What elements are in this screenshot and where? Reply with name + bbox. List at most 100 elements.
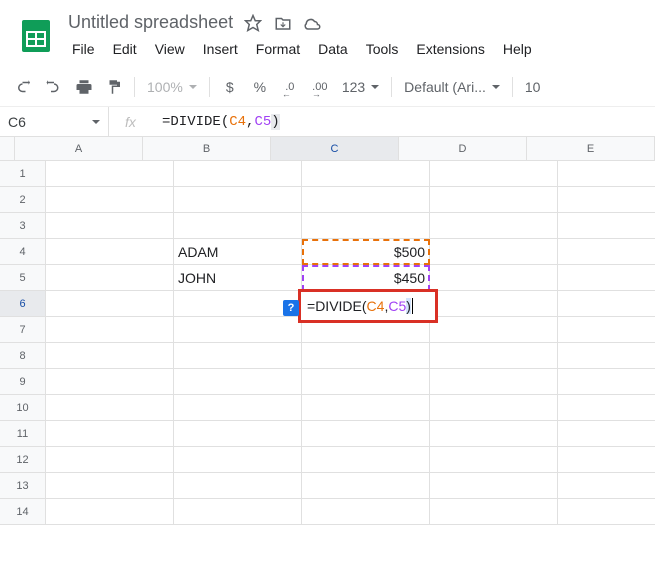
menu-file[interactable]: File [64,37,103,61]
cell-A8[interactable] [46,343,174,369]
cell-D6[interactable] [430,291,558,317]
cell-A14[interactable] [46,499,174,525]
cell-C8[interactable] [302,343,430,369]
cell-A11[interactable] [46,421,174,447]
cell-D4[interactable] [430,239,558,265]
cell-D7[interactable] [430,317,558,343]
row-header-9[interactable]: 9 [0,369,46,395]
font-select[interactable]: Default (Ari... [398,79,506,95]
row-header-1[interactable]: 1 [0,161,46,187]
row-header-6[interactable]: 6 [0,291,46,317]
move-icon[interactable] [273,13,293,33]
cell-C14[interactable] [302,499,430,525]
menu-data[interactable]: Data [310,37,356,61]
increase-decimal-button[interactable]: .00→ [306,73,334,101]
row-header-5[interactable]: 5 [0,265,46,291]
row-header-3[interactable]: 3 [0,213,46,239]
cell-E10[interactable] [558,395,655,421]
zoom-select[interactable]: 100% [141,79,203,95]
cell-D2[interactable] [430,187,558,213]
row-header-4[interactable]: 4 [0,239,46,265]
active-cell-c6[interactable]: ? =DIVIDE(C4,C5) [298,289,438,323]
col-header-E[interactable]: E [527,137,655,161]
select-all-corner[interactable] [0,137,15,161]
cell-A5[interactable] [46,265,174,291]
cell-C12[interactable] [302,447,430,473]
cell-D3[interactable] [430,213,558,239]
col-header-B[interactable]: B [143,137,271,161]
cell-C2[interactable] [302,187,430,213]
cell-C10[interactable] [302,395,430,421]
cell-A12[interactable] [46,447,174,473]
cell-C4[interactable]: $500 [302,239,430,265]
currency-button[interactable]: $ [216,73,244,101]
undo-button[interactable] [10,73,38,101]
font-size-select[interactable]: 10 [519,79,547,95]
cell-E13[interactable] [558,473,655,499]
cell-A9[interactable] [46,369,174,395]
cell-D5[interactable] [430,265,558,291]
cell-E14[interactable] [558,499,655,525]
menu-help[interactable]: Help [495,37,540,61]
cell-B2[interactable] [174,187,302,213]
cell-A6[interactable] [46,291,174,317]
star-icon[interactable] [243,13,263,33]
redo-button[interactable] [40,73,68,101]
name-box[interactable]: C6 [0,107,108,136]
menu-tools[interactable]: Tools [358,37,407,61]
row-header-7[interactable]: 7 [0,317,46,343]
cell-B4[interactable]: ADAM [174,239,302,265]
menu-edit[interactable]: Edit [105,37,145,61]
cell-E7[interactable] [558,317,655,343]
paint-format-button[interactable] [100,73,128,101]
doc-title[interactable]: Untitled spreadsheet [68,12,233,33]
cell-E5[interactable] [558,265,655,291]
row-header-2[interactable]: 2 [0,187,46,213]
cell-D12[interactable] [430,447,558,473]
cell-C3[interactable] [302,213,430,239]
cell-B3[interactable] [174,213,302,239]
formula-help-icon[interactable]: ? [283,300,299,316]
menu-extensions[interactable]: Extensions [408,37,492,61]
cell-C13[interactable] [302,473,430,499]
cell-E1[interactable] [558,161,655,187]
decrease-decimal-button[interactable]: .0← [276,73,304,101]
cell-E9[interactable] [558,369,655,395]
menu-view[interactable]: View [147,37,193,61]
cell-E8[interactable] [558,343,655,369]
cell-C11[interactable] [302,421,430,447]
cell-C5[interactable]: $450 [302,265,430,291]
cell-B14[interactable] [174,499,302,525]
cell-D8[interactable] [430,343,558,369]
cell-D9[interactable] [430,369,558,395]
cell-B9[interactable] [174,369,302,395]
number-format-select[interactable]: 123 [336,79,385,95]
row-header-12[interactable]: 12 [0,447,46,473]
cell-B5[interactable]: JOHN [174,265,302,291]
cell-D13[interactable] [430,473,558,499]
cell-B12[interactable] [174,447,302,473]
cell-B7[interactable] [174,317,302,343]
cell-E2[interactable] [558,187,655,213]
formula-input[interactable]: =DIVIDE(C4,C5) [152,107,655,136]
row-header-14[interactable]: 14 [0,499,46,525]
row-header-13[interactable]: 13 [0,473,46,499]
cloud-icon[interactable] [303,13,323,33]
cell-B13[interactable] [174,473,302,499]
cell-C1[interactable] [302,161,430,187]
cell-D10[interactable] [430,395,558,421]
col-header-C[interactable]: C [271,137,399,161]
col-header-D[interactable]: D [399,137,527,161]
row-header-8[interactable]: 8 [0,343,46,369]
cell-D1[interactable] [430,161,558,187]
cell-A7[interactable] [46,317,174,343]
col-header-A[interactable]: A [15,137,143,161]
cell-A13[interactable] [46,473,174,499]
print-button[interactable] [70,73,98,101]
row-header-11[interactable]: 11 [0,421,46,447]
cell-A1[interactable] [46,161,174,187]
cell-E3[interactable] [558,213,655,239]
menu-format[interactable]: Format [248,37,308,61]
percent-button[interactable]: % [246,73,274,101]
cell-A2[interactable] [46,187,174,213]
